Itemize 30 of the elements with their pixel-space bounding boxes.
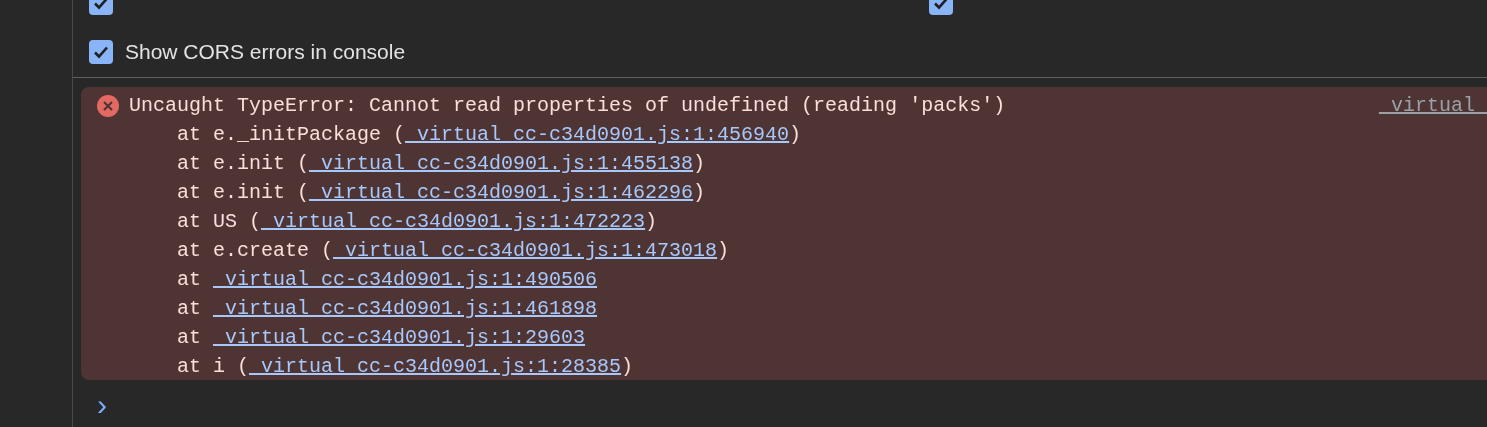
stack-frame-link[interactable]: _virtual_cc-c34d0901.js:1:462296 <box>309 181 694 204</box>
stack-frame-text: at <box>176 268 202 291</box>
stack-frame-text: at <box>176 326 202 349</box>
stack-frame-link[interactable]: _virtual_cc-c34d0901.js:1:455138 <box>309 152 694 175</box>
stack-frame-text: at i ( <box>176 355 250 378</box>
stack-frame-link[interactable]: _virtual_cc-c34d0901.js:1:490506 <box>213 268 598 291</box>
console-prompt[interactable]: › <box>97 388 107 421</box>
error-icon <box>97 95 119 117</box>
stack-frame-text: at e._initPackage ( <box>176 123 406 146</box>
stack-frame-text: ) <box>645 210 658 233</box>
stack-frame-text: at e.init ( <box>176 152 310 175</box>
stack-frame-link[interactable]: _virtual_cc-c34d0901.js:1:472223 <box>261 210 646 233</box>
stack-frame-text: ) <box>693 181 706 204</box>
stack-frame-text: at e.create ( <box>176 239 334 262</box>
source-link[interactable]: _virtual_ <box>1378 91 1487 120</box>
stack-frame-text: ) <box>717 239 730 262</box>
stack-frame-text: at US ( <box>176 210 262 233</box>
stack-frame-text: ) <box>693 152 706 175</box>
stack-frame-link[interactable]: _virtual_cc-c34d0901.js:1:456940 <box>405 123 790 146</box>
stack-frame-text: ) <box>621 355 634 378</box>
stack-frame-text: ) <box>789 123 802 146</box>
checkbox[interactable] <box>89 39 113 64</box>
stack-frame-link[interactable]: _virtual_cc-c34d0901.js:1:473018 <box>333 239 718 262</box>
stack-frame-link[interactable]: _virtual_cc-c34d0901.js:1:29603 <box>213 326 586 349</box>
stack-frame-text: at <box>176 297 202 320</box>
error-text: Uncaught TypeError: Cannot read properties of undefined (reading 'packs') <box>129 93 1006 119</box>
stack-frame-link[interactable]: _virtual_cc-c34d0901.js:1:461898 <box>213 297 598 320</box>
stack-frame-text: at e.init ( <box>176 181 310 204</box>
stack-frame-link[interactable]: _virtual_cc-c34d0901.js:1:28385 <box>249 355 622 378</box>
setting-label: Show CORS errors in console <box>125 38 406 65</box>
